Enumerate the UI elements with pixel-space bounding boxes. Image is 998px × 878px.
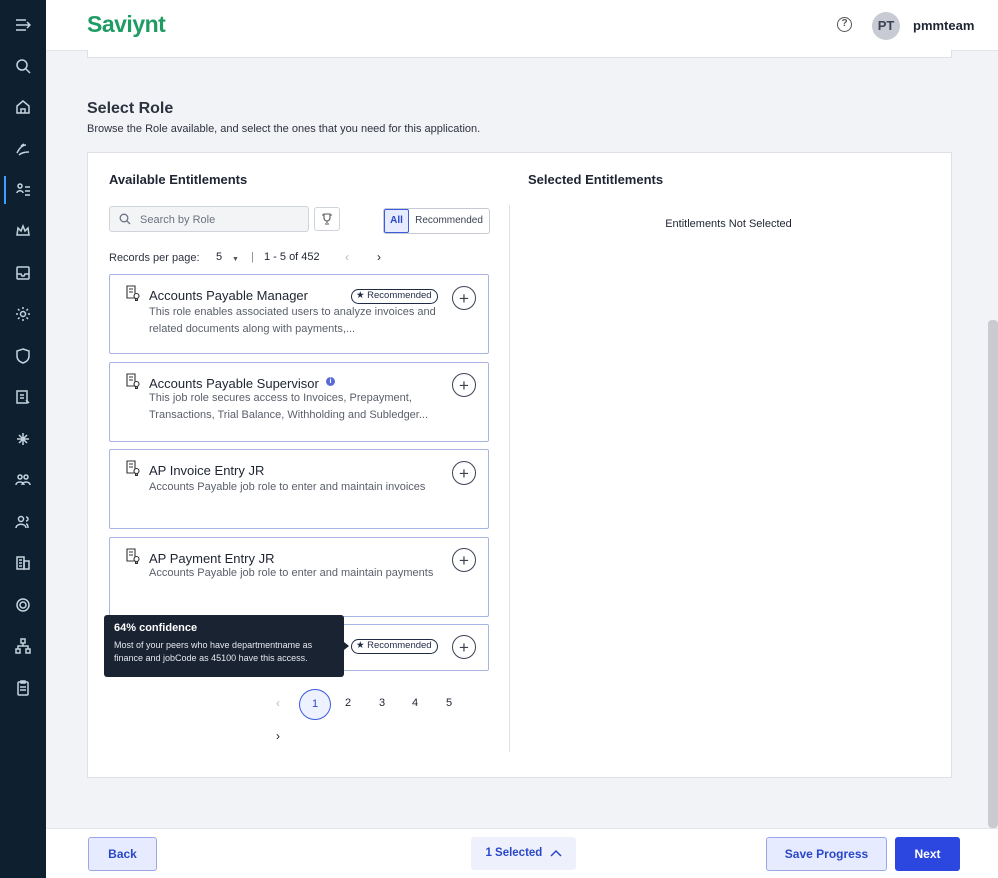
role-document-icon (126, 285, 140, 301)
role-name: Accounts Payable Manager (149, 288, 308, 303)
role-card[interactable]: AP Payment Entry JR Accounts Payable job… (109, 537, 489, 617)
role-name: AP Payment Entry JR (149, 551, 275, 566)
filter-toggle: All Recommended (383, 208, 490, 234)
filter-recommended-button[interactable]: Recommended (409, 209, 489, 233)
shield-icon[interactable] (13, 346, 33, 366)
username[interactable]: pmmteam (913, 18, 974, 33)
role-name: Accounts Payable Supervisor (149, 376, 319, 391)
recommended-badge[interactable]: ★ Recommended (351, 639, 438, 654)
save-progress-button[interactable]: Save Progress (766, 837, 887, 871)
search-input[interactable] (140, 211, 305, 228)
menu-collapse-icon[interactable] (13, 15, 33, 35)
page-button[interactable]: 2 (338, 697, 358, 709)
recommendation-filter-button[interactable] (314, 207, 340, 231)
requests-icon[interactable] (13, 139, 33, 159)
info-icon[interactable]: i (326, 377, 335, 386)
role-card[interactable]: Accounts Payable Manager ★ Recommended T… (109, 274, 489, 354)
inbox-icon[interactable] (13, 263, 33, 283)
saviynt-logo[interactable]: Saviynt (87, 11, 166, 38)
confidence-tooltip: 64% confidence Most of your peers who ha… (104, 615, 344, 677)
trophy-filter-icon (322, 213, 332, 225)
selected-count-button[interactable]: 1 Selected (471, 837, 576, 870)
settings-icon[interactable] (13, 304, 33, 324)
page-button-current[interactable]: 1 (299, 689, 331, 720)
scrollbar-thumb[interactable] (988, 320, 998, 828)
selected-entitlements-title: Selected Entitlements (528, 172, 664, 187)
role-description: This job role secures access to Invoices… (149, 392, 429, 421)
pagination-prev-icon[interactable]: ‹ (276, 696, 280, 710)
search-icon (119, 213, 131, 225)
help-icon[interactable]: ? (837, 17, 852, 32)
section-description: Browse the Role available, and select th… (87, 123, 481, 135)
role-card[interactable]: AP Invoice Entry JR Accounts Payable job… (109, 449, 489, 529)
recommended-badge[interactable]: ★ Recommended (351, 289, 438, 304)
pagination-next-icon[interactable]: › (276, 729, 280, 743)
empty-selection-message: Entitlements Not Selected (665, 218, 792, 230)
next-page-icon[interactable]: › (377, 250, 381, 264)
available-entitlements-title: Available Entitlements (109, 172, 248, 187)
gear-icon[interactable] (13, 595, 33, 615)
records-per-page-label: Records per page: (109, 252, 200, 264)
certification-icon[interactable] (13, 387, 33, 407)
clipboard-icon[interactable] (13, 678, 33, 698)
sidebar (0, 0, 46, 878)
role-description: Accounts Payable job role to enter and m… (149, 567, 434, 579)
role-document-icon (126, 548, 140, 564)
back-button[interactable]: Back (88, 837, 157, 871)
selected-count-label: 1 Selected (485, 847, 543, 859)
records-per-page-select[interactable]: 5 (216, 251, 222, 263)
next-button[interactable]: Next (895, 837, 960, 871)
add-role-button[interactable]: + (452, 548, 476, 572)
role-name: AP Invoice Entry JR (149, 463, 265, 478)
recommended-badge-label: Recommended (367, 640, 432, 651)
top-bar: Saviynt ? PT pmmteam (46, 0, 998, 51)
chevron-up-icon (550, 849, 562, 857)
page-button[interactable]: 5 (439, 697, 459, 709)
crown-icon[interactable] (13, 221, 33, 241)
filter-all-button[interactable]: All (384, 209, 409, 233)
sidebar-active-indicator (4, 176, 6, 204)
role-document-icon (126, 373, 140, 389)
recommended-badge-label: Recommended (367, 290, 432, 301)
search-icon[interactable] (13, 56, 33, 76)
add-role-button[interactable]: + (452, 373, 476, 397)
add-role-button[interactable]: + (452, 461, 476, 485)
users-icon[interactable] (13, 512, 33, 532)
hierarchy-icon[interactable] (13, 636, 33, 656)
role-description: Accounts Payable job role to enter and m… (149, 481, 426, 493)
tooltip-body: Most of your peers who have departmentna… (114, 640, 313, 663)
groups-icon[interactable] (13, 470, 33, 490)
search-box[interactable] (109, 206, 309, 232)
tooltip-title: 64% confidence (114, 622, 198, 634)
previous-section-card (87, 50, 952, 58)
asterisk-icon[interactable] (13, 429, 33, 449)
access-icon[interactable] (13, 180, 33, 200)
prev-page-icon[interactable]: ‹ (345, 250, 349, 264)
home-icon[interactable] (13, 97, 33, 117)
pager-separator: | (251, 251, 254, 263)
caret-down-icon[interactable]: ▼ (232, 256, 239, 263)
role-description: This role enables associated users to an… (149, 306, 436, 335)
section-title: Select Role (87, 100, 174, 117)
records-range: 1 - 5 of 452 (264, 251, 320, 263)
role-card[interactable]: Accounts Payable Supervisor i This job r… (109, 362, 489, 442)
page-button[interactable]: 4 (405, 697, 425, 709)
building-icon[interactable] (13, 553, 33, 573)
add-role-button[interactable]: + (452, 286, 476, 310)
avatar[interactable]: PT (872, 12, 900, 40)
page-button[interactable]: 3 (372, 697, 392, 709)
add-role-button[interactable]: + (452, 635, 476, 659)
role-document-icon (126, 460, 140, 476)
panel-divider (509, 205, 510, 752)
tooltip-arrow (344, 642, 349, 650)
